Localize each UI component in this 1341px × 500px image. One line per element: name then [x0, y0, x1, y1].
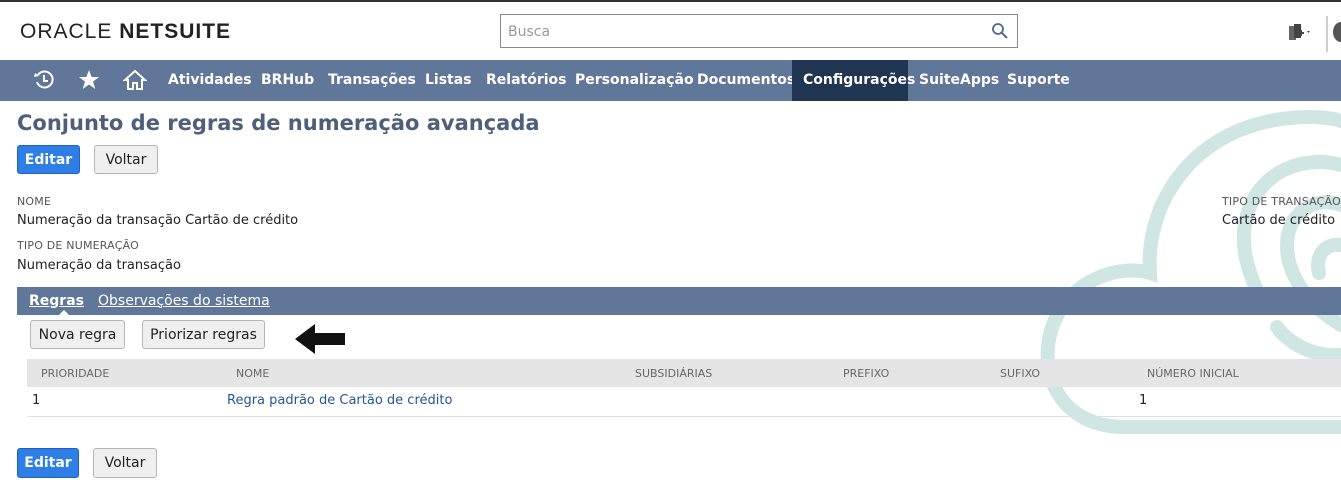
header-divider: [1326, 16, 1328, 52]
edit-button-bottom[interactable]: Editar: [17, 448, 79, 478]
nav-transacoes[interactable]: Transações: [317, 60, 427, 101]
oracle-netsuite-logo[interactable]: ORACLE NETSUITE: [20, 20, 231, 44]
column-subsidiaries[interactable]: SUBSIDIÁRIAS: [635, 367, 712, 380]
nav-personalizacao[interactable]: Personalização: [564, 60, 705, 101]
active-tab-indicator: [59, 310, 69, 315]
rule-name-link[interactable]: Regra padrão de Cartão de crédito: [227, 393, 452, 408]
search-input[interactable]: [506, 16, 980, 48]
cell-initial-number: 1: [1139, 393, 1148, 408]
nav-documentos[interactable]: Documentos: [686, 60, 806, 101]
column-initial-number[interactable]: NÚMERO INICIAL: [1147, 367, 1239, 380]
numbering-type-value: Numeração da transação: [17, 258, 181, 273]
subtabs-bar: Regras Observações do sistema: [17, 287, 1341, 315]
table-row: 1 Regra padrão de Cartão de crédito 1: [27, 387, 1341, 417]
top-header: ORACLE NETSUITE: [0, 0, 1341, 60]
search-icon[interactable]: [991, 22, 1009, 44]
numbering-type-label: TIPO DE NUMERAÇÃO: [17, 239, 139, 252]
column-prefix[interactable]: PREFIXO: [843, 367, 889, 380]
recent-records-icon[interactable]: [33, 69, 55, 95]
help-icon[interactable]: [1333, 22, 1341, 42]
column-name[interactable]: NOME: [236, 367, 269, 380]
nav-configuracoes[interactable]: Configurações: [792, 60, 915, 101]
rules-table-header: PRIORIDADE NOME SUBSIDIÁRIAS PREFIXO SUF…: [27, 359, 1341, 387]
user-roles-icon[interactable]: [1287, 22, 1313, 48]
page-title: Conjunto de regras de numeração avançada: [17, 111, 540, 135]
nav-relatorios[interactable]: Relatórios: [475, 60, 578, 101]
transaction-type-value: Cartão de crédito: [1222, 213, 1336, 228]
name-value: Numeração da transação Cartão de crédito: [17, 213, 299, 228]
global-search: [500, 14, 1018, 48]
nav-listas[interactable]: Listas: [414, 60, 483, 101]
column-suffix[interactable]: SUFIXO: [1000, 367, 1040, 380]
cell-priority: 1: [32, 393, 41, 408]
back-button-bottom[interactable]: Voltar: [93, 448, 157, 478]
transaction-type-label: TIPO DE TRANSAÇÃO: [1222, 195, 1341, 208]
name-label: NOME: [17, 195, 52, 208]
left-arrow-icon: [295, 324, 345, 354]
new-rule-button[interactable]: Nova regra: [30, 320, 125, 349]
back-button[interactable]: Voltar: [94, 145, 158, 174]
edit-button[interactable]: Editar: [17, 145, 80, 174]
home-icon[interactable]: [122, 69, 148, 95]
tab-observacoes-do-sistema[interactable]: Observações do sistema: [98, 293, 270, 309]
nav-atividades[interactable]: Atividades: [157, 60, 263, 101]
prioritize-rules-button[interactable]: Priorizar regras: [142, 320, 265, 349]
tab-regras[interactable]: Regras: [29, 293, 84, 309]
nav-suiteapps[interactable]: SuiteApps: [908, 60, 1010, 101]
favorites-star-icon[interactable]: [78, 69, 100, 95]
nav-brhub[interactable]: BRHub: [250, 60, 325, 101]
column-priority[interactable]: PRIORIDADE: [41, 367, 109, 380]
